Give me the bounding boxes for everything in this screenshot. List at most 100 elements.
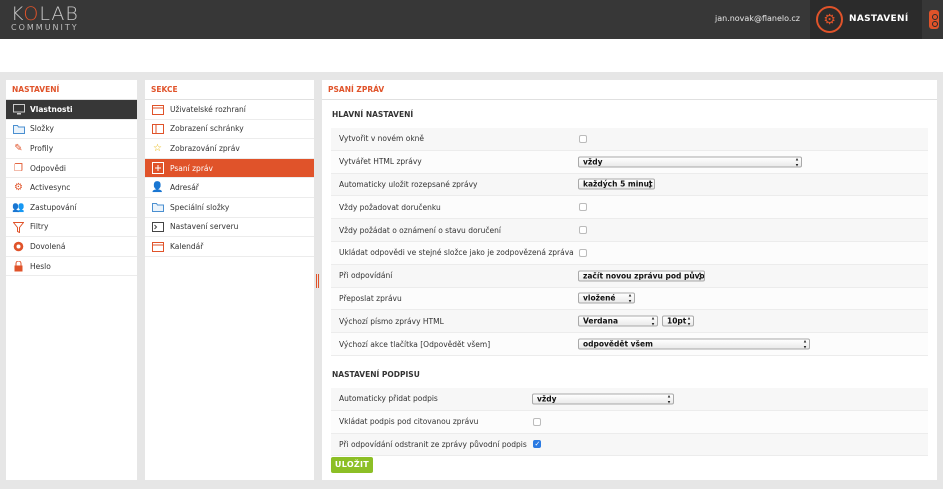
about-menu-icon[interactable]	[929, 10, 939, 29]
row-label: Vždy požadovat doručenku	[339, 202, 441, 212]
users-icon: 👥	[12, 201, 25, 213]
row-reply-same-folder: Ukládat odpovědi ve stejné složce jako j…	[331, 241, 928, 265]
settings-tab[interactable]: ⚙ NASTAVENÍ	[810, 0, 922, 39]
settings-tab-label: NASTAVENÍ	[849, 14, 909, 24]
settings-item-label: Vlastnosti	[30, 104, 73, 114]
reply-all-select[interactable]: odpovědět všem	[578, 338, 810, 350]
settings-item-odpovedi[interactable]: ❐ Odpovědi	[6, 159, 137, 179]
logo-wordmark: KOLAB	[11, 3, 79, 25]
settings-item-label: Heslo	[30, 261, 51, 271]
panel-resize-handle[interactable]	[316, 274, 319, 288]
top-bar: KOLAB COMMUNITY jan.novak@flanelo.cz ⚙ N…	[0, 0, 943, 39]
section-item-compose[interactable]: Psaní zpráv	[145, 158, 314, 179]
save-button[interactable]: ULOŽIT	[331, 457, 373, 473]
section-item-addressbook[interactable]: 👤 Adresář	[145, 178, 314, 198]
filter-icon	[12, 221, 25, 234]
sync-gear-icon: ⚙	[14, 182, 23, 194]
settings-item-activesync[interactable]: ⚙ Activesync	[6, 178, 137, 198]
settings-nav-panel: NASTAVENÍ Vlastnosti Složky ✎ Profily ❐ …	[6, 80, 137, 480]
user-email[interactable]: jan.novak@flanelo.cz	[715, 14, 800, 23]
gear-icon: ⚙	[816, 6, 843, 33]
section-item-label: Zobrazení schránky	[170, 124, 244, 134]
section-item-label: Adresář	[170, 183, 199, 193]
row-autosave: Automaticky uložit rozepsané zprávy každ…	[331, 173, 928, 197]
window-icon	[151, 103, 164, 116]
compose-settings-panel: PSANÍ ZPRÁV HLAVNÍ NASTAVENÍ Vytvořit v …	[322, 80, 937, 480]
settings-item-label: Odpovědi	[30, 163, 66, 173]
section-item-label: Psaní zpráv	[170, 163, 213, 173]
settings-item-vlastnosti[interactable]: Vlastnosti	[6, 100, 137, 120]
font-size-select[interactable]: 10pt	[662, 315, 694, 327]
row-open-new-window: Vytvořit v novém okně	[331, 128, 928, 151]
new-window-checkbox[interactable]	[579, 134, 587, 143]
settings-item-label: Profily	[30, 143, 54, 153]
form-title: PSANÍ ZPRÁV	[322, 80, 937, 100]
section-item-calendar[interactable]: Kalendář	[145, 237, 314, 257]
autosave-select[interactable]: každých 5 minut	[578, 178, 655, 190]
section-item-server[interactable]: Nastavení serveru	[145, 218, 314, 238]
row-label: Vytvářet HTML zprávy	[339, 157, 422, 167]
toolbar-area	[0, 39, 943, 72]
section-item-label: Nastavení serveru	[170, 222, 239, 232]
row-label: Přeposlat zprávu	[339, 293, 402, 303]
sections-panel: SEKCE Uživatelské rozhraní Zobrazení sch…	[145, 80, 314, 480]
reply-same-folder-checkbox[interactable]	[579, 248, 587, 257]
row-html-messages: Vytvářet HTML zprávy vždy	[331, 150, 928, 174]
lock-icon	[12, 260, 25, 273]
settings-item-profily[interactable]: ✎ Profily	[6, 139, 137, 159]
strip-signature-checkbox[interactable]	[533, 440, 541, 449]
terminal-icon	[151, 221, 164, 234]
kolab-logo[interactable]: KOLAB COMMUNITY	[11, 3, 79, 33]
row-label: Při odpovídání odstranit ze zprávy původ…	[339, 439, 527, 449]
settings-item-label: Filtry	[30, 222, 49, 232]
reply-mode-select[interactable]: začít novou zprávu pod původní	[578, 270, 705, 282]
settings-item-label: Dovolená	[30, 241, 66, 251]
folder-icon	[12, 123, 25, 136]
mailbox-view-icon	[151, 123, 164, 136]
row-label: Vytvořit v novém okně	[339, 134, 425, 144]
section-item-special-folders[interactable]: Speciální složky	[145, 198, 314, 218]
compose-icon	[151, 162, 164, 175]
row-label: Automaticky přidat podpis	[339, 394, 438, 404]
logo-subtitle: COMMUNITY	[11, 23, 79, 32]
settings-item-dovolena[interactable]: Dovolená	[6, 237, 137, 257]
read-receipt-checkbox[interactable]	[579, 203, 587, 212]
row-label: Ukládat odpovědi ve stejné složce jako j…	[339, 248, 574, 258]
row-signature-below: Vkládat podpis pod citovanou zprávu	[331, 410, 928, 434]
profile-icon: ✎	[14, 143, 23, 155]
folder-icon	[151, 201, 164, 214]
auto-signature-select[interactable]: vždy	[532, 393, 674, 405]
monitor-icon	[12, 103, 25, 116]
signature-settings-heading: NASTAVENÍ PODPISU	[332, 369, 420, 379]
section-item-message-view[interactable]: ☆ Zobrazování zpráv	[145, 139, 314, 159]
row-read-receipt: Vždy požadovat doručenku	[331, 196, 928, 220]
settings-item-heslo[interactable]: Heslo	[6, 257, 137, 277]
signature-below-checkbox[interactable]	[533, 417, 541, 426]
font-family-select[interactable]: Verdana	[578, 315, 658, 327]
section-item-label: Speciální složky	[170, 202, 230, 212]
html-compose-select[interactable]: vždy	[578, 156, 802, 168]
sections-title: SEKCE	[145, 80, 314, 100]
settings-item-zastupovani[interactable]: 👥 Zastupování	[6, 198, 137, 218]
section-item-ui[interactable]: Uživatelské rozhraní	[145, 100, 314, 120]
dsn-checkbox[interactable]	[579, 226, 587, 235]
row-reply-all: Výchozí akce tlačítka [Odpovědět všem] o…	[331, 333, 928, 356]
row-label: Automaticky uložit rozepsané zprávy	[339, 179, 478, 189]
settings-item-filtry[interactable]: Filtry	[6, 218, 137, 238]
section-item-label: Kalendář	[170, 241, 204, 251]
settings-item-label: Zastupování	[30, 202, 77, 212]
vacation-icon	[12, 240, 25, 253]
calendar-icon	[151, 240, 164, 253]
star-icon: ☆	[153, 143, 162, 155]
row-label: Vkládat podpis pod citovanou zprávu	[339, 417, 479, 427]
settings-item-slozky[interactable]: Složky	[6, 120, 137, 140]
section-item-label: Zobrazování zpráv	[170, 143, 240, 153]
row-strip-signature: Při odpovídání odstranit ze zprávy původ…	[331, 433, 928, 457]
row-label: Výchozí písmo zprávy HTML	[339, 316, 444, 326]
row-auto-signature: Automaticky přidat podpis vždy	[331, 387, 928, 411]
main-settings-table: Vytvořit v novém okně Vytvářet HTML zprá…	[331, 128, 928, 356]
settings-item-label: Activesync	[30, 183, 71, 193]
row-dsn: Vždy požádat o oznámení o stavu doručení	[331, 219, 928, 242]
section-item-mailbox-view[interactable]: Zobrazení schránky	[145, 120, 314, 140]
forward-mode-select[interactable]: vložené	[578, 292, 635, 304]
